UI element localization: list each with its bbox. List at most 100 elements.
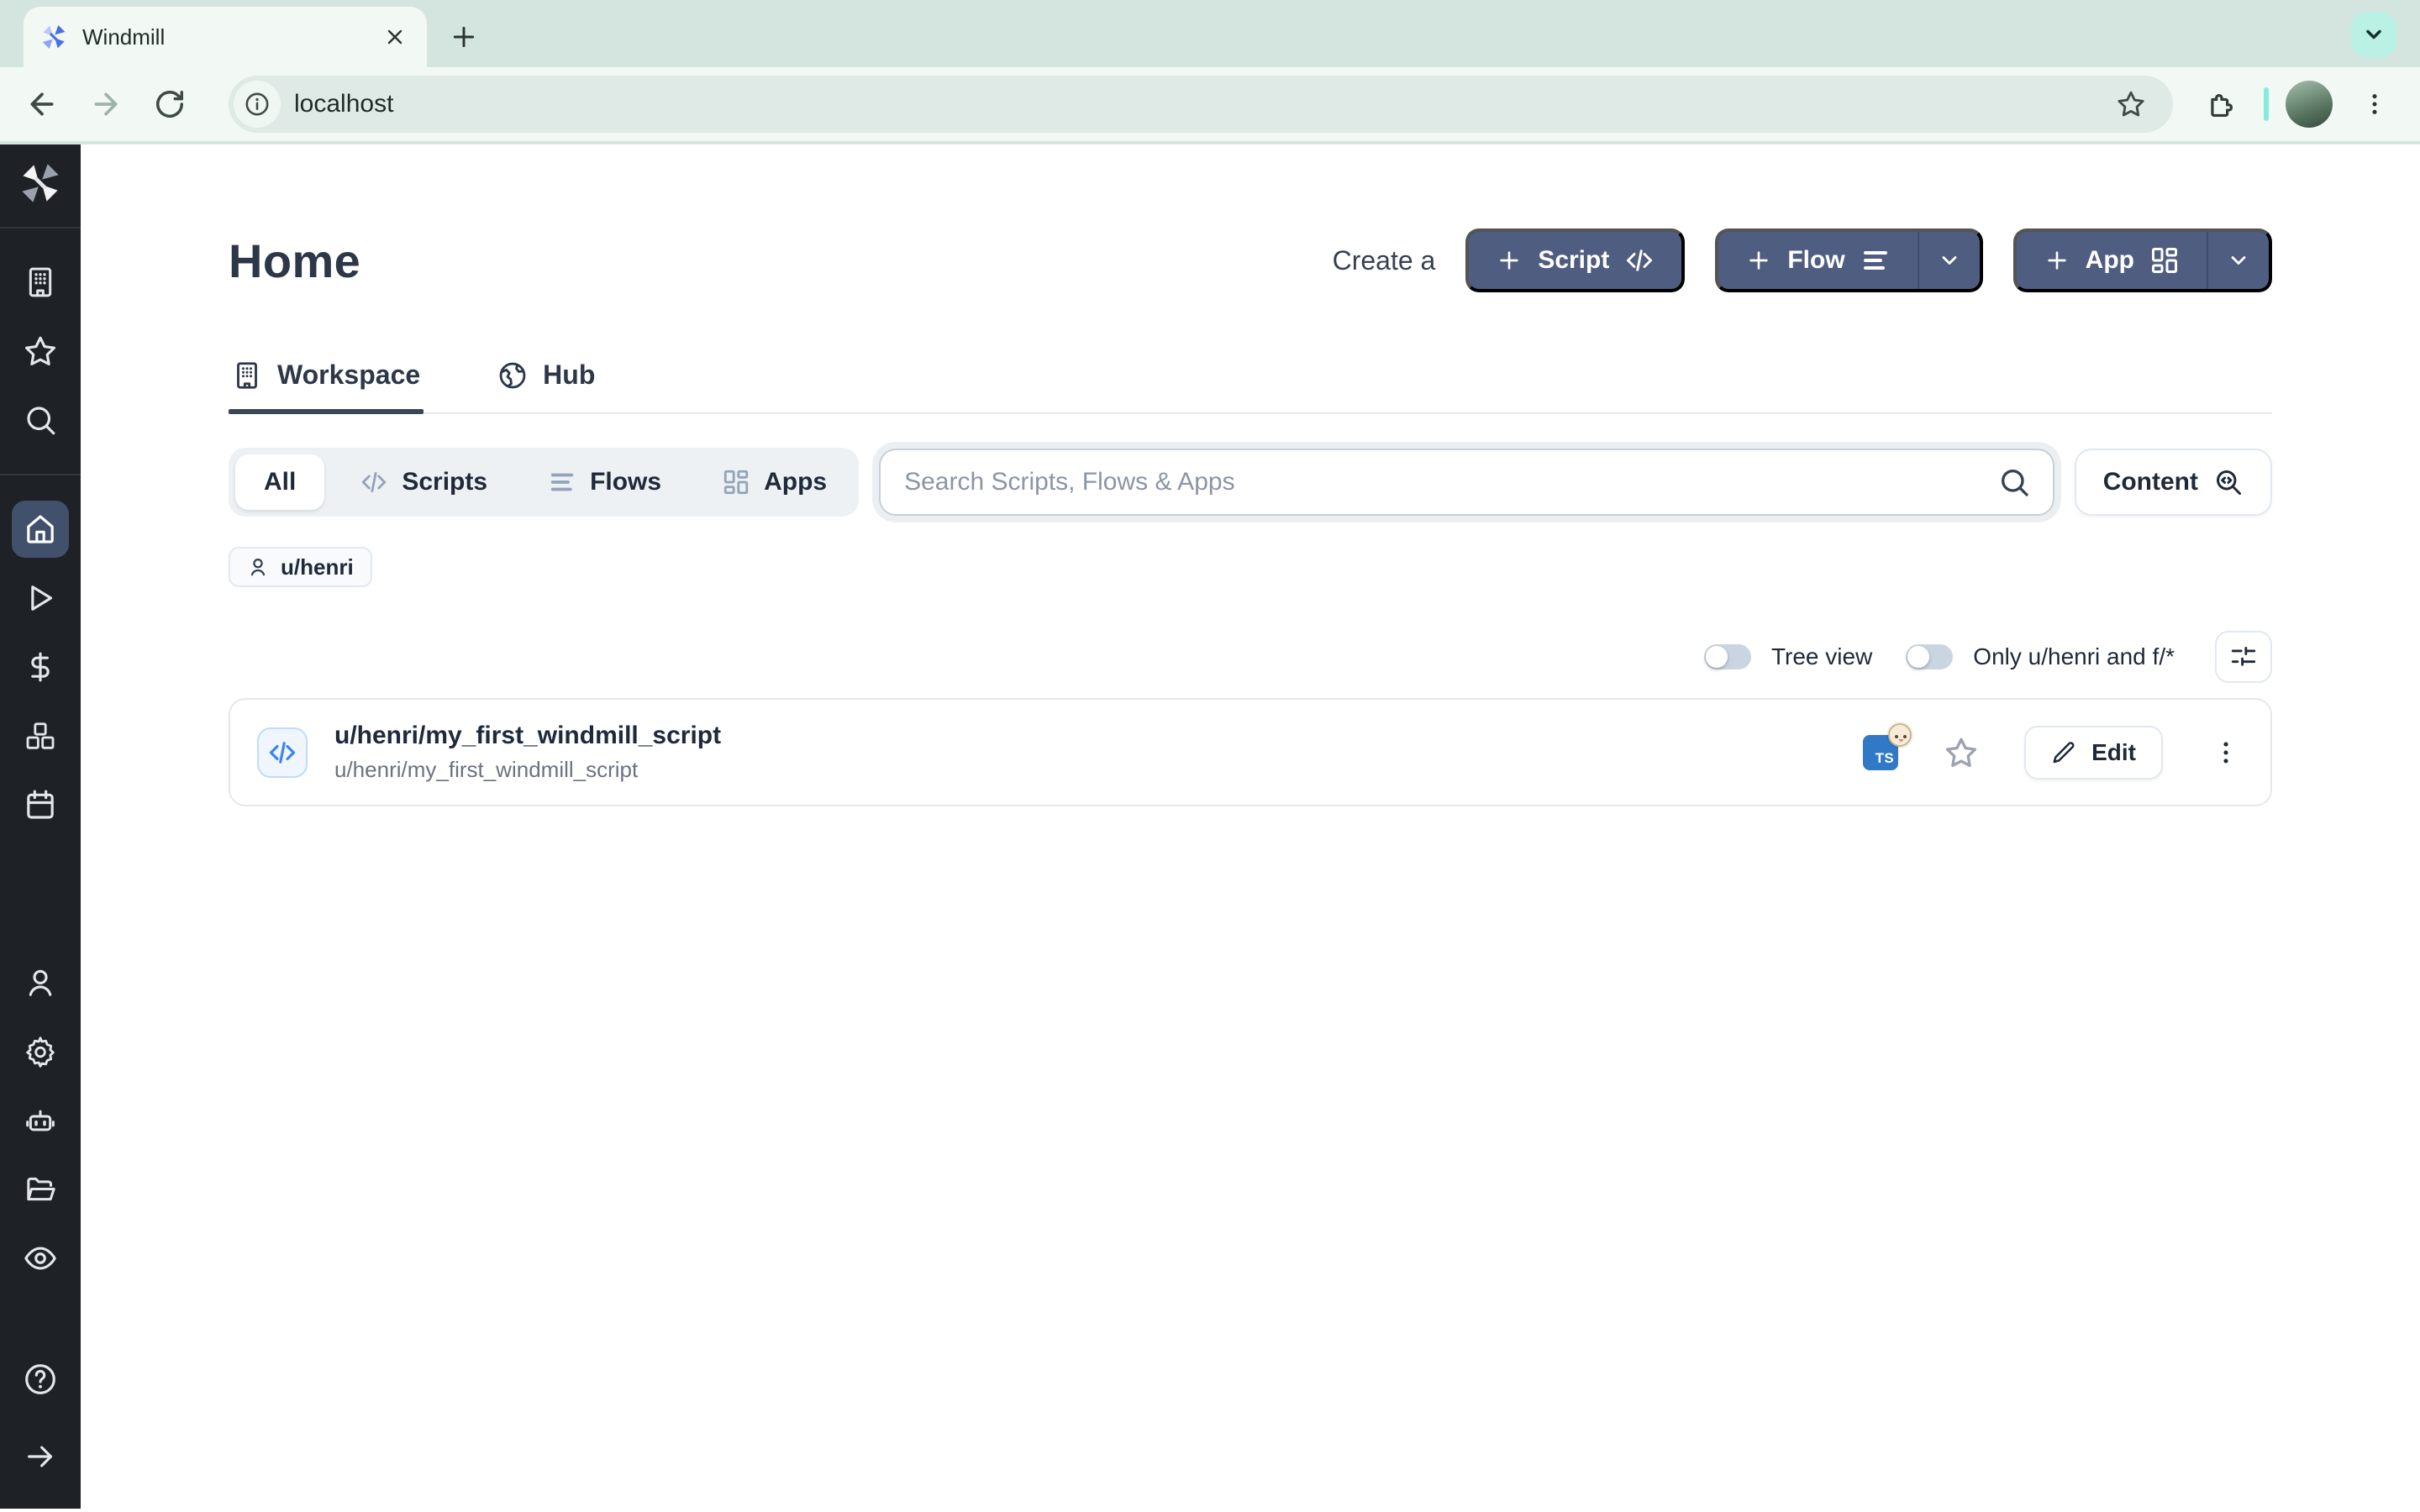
browser-tab-bar: Windmill bbox=[0, 0, 2420, 67]
bookmark-star-icon[interactable] bbox=[2106, 89, 2156, 119]
list-item[interactable]: u/henri/my_first_windmill_script u/henri… bbox=[230, 700, 2270, 805]
typescript-bun-badge: TS bbox=[1863, 735, 1898, 770]
sidebar-item-workspace[interactable] bbox=[12, 254, 69, 311]
create-flow-button[interactable]: Flow bbox=[1715, 228, 1982, 292]
owner-filter-badge[interactable]: u/henri bbox=[229, 547, 372, 587]
back-icon[interactable] bbox=[13, 76, 71, 133]
new-tab-icon[interactable] bbox=[440, 13, 487, 60]
pencil-icon bbox=[2051, 740, 2076, 765]
sidebar-workspace-group bbox=[12, 254, 69, 449]
sidebar-item-variables-dollar-icon[interactable] bbox=[12, 638, 69, 696]
profile-avatar[interactable] bbox=[2286, 81, 2333, 128]
item-menu-kebab-icon[interactable] bbox=[2208, 735, 2244, 770]
search-icon bbox=[1997, 465, 2031, 499]
toggle-knob bbox=[1907, 646, 1929, 668]
tree-view-label: Tree view bbox=[1771, 643, 1872, 670]
content-search-button[interactable]: Content bbox=[2075, 449, 2272, 516]
browser-toolbar: localhost bbox=[0, 67, 2420, 144]
toggle-knob bbox=[1706, 646, 1728, 668]
sidebar-item-runs-play-icon[interactable] bbox=[12, 570, 69, 627]
filter-apps[interactable]: Apps bbox=[697, 454, 852, 510]
flow-bars-icon bbox=[1860, 245, 1891, 276]
sidebar-item-folders-folder-icon[interactable] bbox=[12, 1161, 69, 1218]
create-app-button[interactable]: App bbox=[2013, 228, 2272, 292]
favorite-star-icon[interactable] bbox=[1944, 735, 1979, 770]
plus-icon bbox=[2044, 247, 2070, 274]
filter-row: All Scripts Flows bbox=[229, 448, 2272, 517]
items-list: u/henri/my_first_windmill_script u/henri… bbox=[229, 698, 2272, 806]
sidebar-divider bbox=[0, 227, 81, 228]
tree-view-toggle[interactable] bbox=[1704, 644, 1751, 669]
search-input[interactable] bbox=[879, 449, 2054, 516]
filter-flows[interactable]: Flows bbox=[523, 454, 687, 510]
url-text[interactable]: localhost bbox=[294, 90, 2092, 118]
forward-icon[interactable] bbox=[77, 76, 134, 133]
tab-workspace-label: Workspace bbox=[277, 360, 420, 391]
address-bar[interactable]: localhost bbox=[229, 76, 2173, 133]
create-cluster: Create a Script bbox=[1333, 228, 2272, 292]
sidebar-item-resources-cubes-icon[interactable] bbox=[12, 707, 69, 764]
theme-accent-divider bbox=[2264, 87, 2269, 121]
app-dropdown-chevron-icon[interactable] bbox=[2208, 228, 2269, 292]
toolbar-right-cluster bbox=[2196, 79, 2400, 129]
filter-scripts[interactable]: Scripts bbox=[334, 454, 513, 510]
sidebar-main-group bbox=[12, 501, 69, 833]
browser-menu-kebab-icon[interactable] bbox=[2349, 79, 2400, 129]
tab-close-icon[interactable] bbox=[380, 22, 410, 52]
filter-all[interactable]: All bbox=[235, 454, 324, 510]
tab-workspace[interactable]: Workspace bbox=[229, 360, 424, 412]
tab-hub-label: Hub bbox=[543, 360, 595, 391]
sidebar-item-audit-eye-icon[interactable] bbox=[12, 1230, 69, 1287]
extensions-puzzle-icon[interactable] bbox=[2196, 79, 2247, 129]
content-button-label: Content bbox=[2103, 468, 2198, 496]
app-dashboard-icon bbox=[722, 468, 750, 496]
browser-tab[interactable]: Windmill bbox=[24, 7, 427, 67]
edit-button[interactable]: Edit bbox=[2024, 726, 2163, 780]
site-info-icon[interactable] bbox=[234, 81, 281, 128]
create-flow-label: Flow bbox=[1787, 246, 1844, 275]
reload-icon[interactable] bbox=[141, 76, 198, 133]
user-icon bbox=[247, 556, 269, 578]
plus-icon bbox=[1745, 247, 1772, 274]
display-settings-sliders-icon[interactable] bbox=[2215, 631, 2272, 683]
only-owner-toggle[interactable] bbox=[1906, 644, 1953, 669]
plus-icon bbox=[1496, 247, 1523, 274]
app-sidebar bbox=[0, 144, 81, 1509]
sidebar-item-users-person-icon[interactable] bbox=[12, 954, 69, 1011]
sidebar-item-settings-gear-icon[interactable] bbox=[12, 1023, 69, 1080]
flow-bars-icon bbox=[548, 468, 576, 496]
filter-apps-label: Apps bbox=[764, 468, 827, 496]
bun-runtime-icon bbox=[1888, 723, 1912, 747]
sidebar-expand-arrow-icon[interactable] bbox=[12, 1428, 69, 1485]
code-icon bbox=[1624, 245, 1655, 276]
tab-hub[interactable]: Hub bbox=[494, 360, 598, 412]
sidebar-item-help-question-icon[interactable] bbox=[12, 1351, 69, 1408]
sidebar-item-search-icon[interactable] bbox=[12, 391, 69, 449]
sidebar-item-workers-robot-icon[interactable] bbox=[12, 1092, 69, 1149]
filter-flows-label: Flows bbox=[590, 468, 661, 496]
sidebar-item-schedules-calendar-icon[interactable] bbox=[12, 776, 69, 833]
workspace-building-icon bbox=[232, 360, 262, 391]
create-app-label: App bbox=[2086, 246, 2134, 275]
only-owner-label: Only u/henri and f/* bbox=[1973, 643, 2175, 670]
tab-search-chevron-icon[interactable] bbox=[2351, 12, 2396, 57]
sidebar-item-favorites-star-icon[interactable] bbox=[12, 323, 69, 380]
main-content: Home Create a Script bbox=[81, 144, 2420, 1509]
flow-dropdown-chevron-icon[interactable] bbox=[1919, 228, 1980, 292]
edit-button-label: Edit bbox=[2091, 739, 2136, 766]
view-options-row: Tree view Only u/henri and f/* bbox=[229, 631, 2272, 683]
create-script-button[interactable]: Script bbox=[1465, 228, 1685, 292]
page-title: Home bbox=[229, 234, 360, 288]
windmill-logo-icon[interactable] bbox=[18, 161, 62, 205]
windmill-favicon bbox=[40, 24, 67, 50]
script-code-icon bbox=[257, 727, 308, 778]
item-name[interactable]: u/henri/my_first_windmill_script bbox=[334, 722, 721, 750]
search-code-icon bbox=[2213, 467, 2244, 497]
owner-badge-label: u/henri bbox=[281, 554, 354, 580]
filter-scripts-label: Scripts bbox=[402, 468, 487, 496]
workspace-hub-tabs: Workspace Hub bbox=[229, 360, 2272, 414]
search-wrap bbox=[879, 449, 2054, 516]
sidebar-item-home-icon[interactable] bbox=[12, 501, 69, 558]
sidebar-divider bbox=[0, 474, 81, 475]
hub-globe-icon bbox=[497, 360, 528, 391]
